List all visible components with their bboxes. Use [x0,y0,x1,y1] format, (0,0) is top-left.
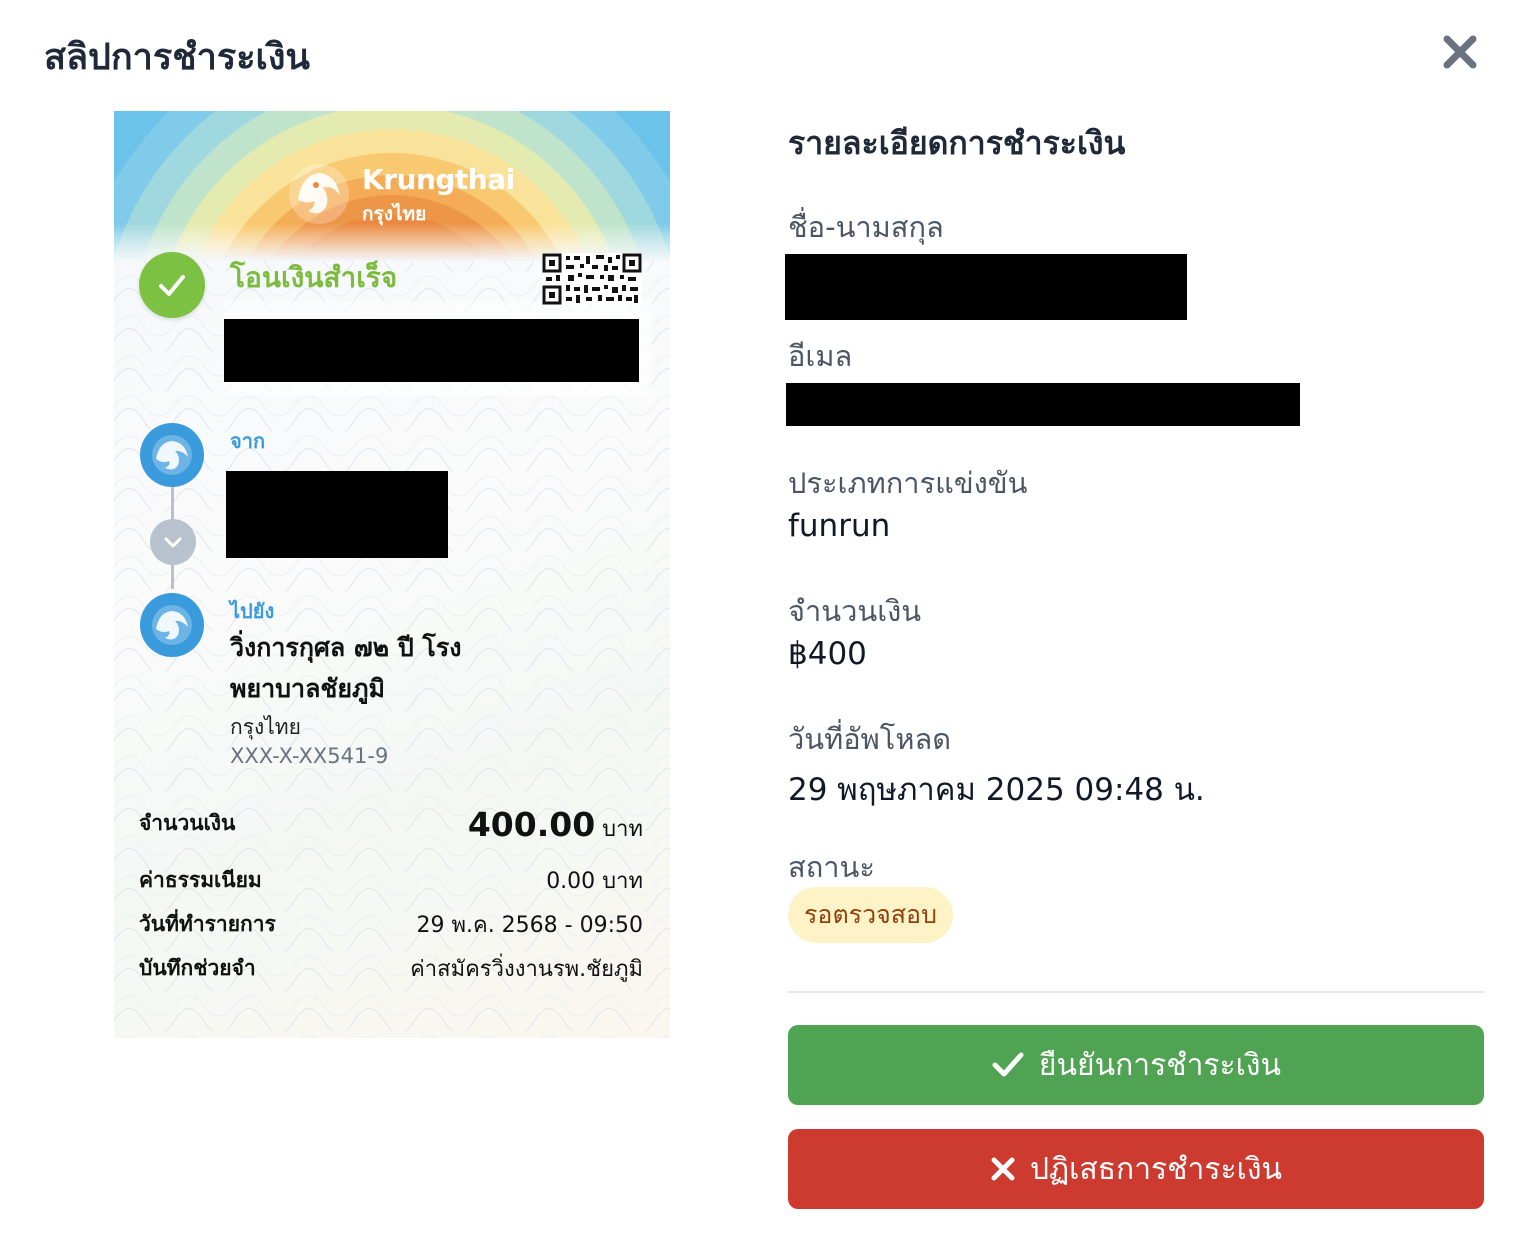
bank-name-th: กรุงไทย [362,203,427,225]
details-title: รายละเอียดการชำระเงิน [788,124,1126,162]
success-check-icon [139,252,205,318]
status-badge: รอตรวจสอบ [788,887,953,943]
to-bank-name: กรุงไทย [230,715,301,739]
slip-amount-number: 400.00 [467,805,596,844]
slip-date-value: 29 พ.ค. 2568 - 09:50 [416,913,644,938]
arrow-down-icon [150,519,196,565]
redacted-sender-info [224,319,639,382]
slip-date-label: วันที่ทำรายการ [139,912,276,936]
redacted-email [786,383,1300,426]
upload-date-label: วันที่อัพโหลด [788,722,952,756]
confirm-payment-label: ยืนยันการชำระเงิน [1038,1047,1282,1083]
krungthai-logo: Krungthai กรุงไทย [286,161,515,231]
close-icon [1443,35,1477,69]
name-label: ชื่อ-นามสกุล [788,210,944,244]
slip-amount-unit: บาท [602,817,643,842]
from-label: จาก [230,429,266,453]
payment-slip-image: Krungthai กรุงไทย โอนเงินสำเร็จ จาก ไปยั… [114,111,670,1038]
redacted-name [785,254,1187,320]
transfer-success-text: โอนเงินสำเร็จ [230,261,398,294]
modal-title: สลิปการชำระเงิน [44,37,311,78]
upload-date-value: 29 พฤษภาคม 2025 09:48 น. [788,772,1205,808]
krungthai-bird-icon [289,164,349,224]
slip-fee-value: 0.00 บาท [546,869,643,894]
amount-label: จำนวนเงิน [788,594,922,628]
slip-memo-value: ค่าสมัครวิ่งงานรพ.ชัยภูมิ [410,957,643,982]
slip-memo-label: บันทึกช่วยจำ [139,956,256,980]
to-account-name: วิ่งการกุศล ๗๒ ปี โรงพยาบาลชัยภูมิ [230,633,462,703]
slip-fee-label: ค่าธรรมเนียม [139,868,262,892]
bank-name-en: Krungthai [362,163,515,196]
check-icon [991,1050,1025,1080]
to-bank-icon [140,593,204,657]
race-type-value: funrun [788,508,891,544]
to-account-number: XXX-X-XX541-9 [230,744,389,768]
email-label: อีเมล [788,339,853,373]
x-icon [990,1156,1016,1182]
divider [788,991,1484,993]
redacted-from-account [226,471,448,558]
to-label: ไปยัง [230,599,275,623]
race-type-label: ประเภทการแข่งขัน [788,466,1028,500]
slip-amount-value: 400.00 บาท [468,805,643,846]
status-label: สถานะ [788,850,875,884]
slip-amount-label: จำนวนเงิน [139,811,236,835]
reject-payment-label: ปฏิเสธการชำระเงิน [1029,1151,1283,1187]
close-button[interactable] [1436,28,1484,76]
confirm-payment-button[interactable]: ยืนยันการชำระเงิน [788,1025,1484,1105]
from-bank-icon [140,423,204,487]
qr-code-icon [542,253,642,305]
amount-value: ฿400 [788,636,867,672]
reject-payment-button[interactable]: ปฏิเสธการชำระเงิน [788,1129,1484,1209]
